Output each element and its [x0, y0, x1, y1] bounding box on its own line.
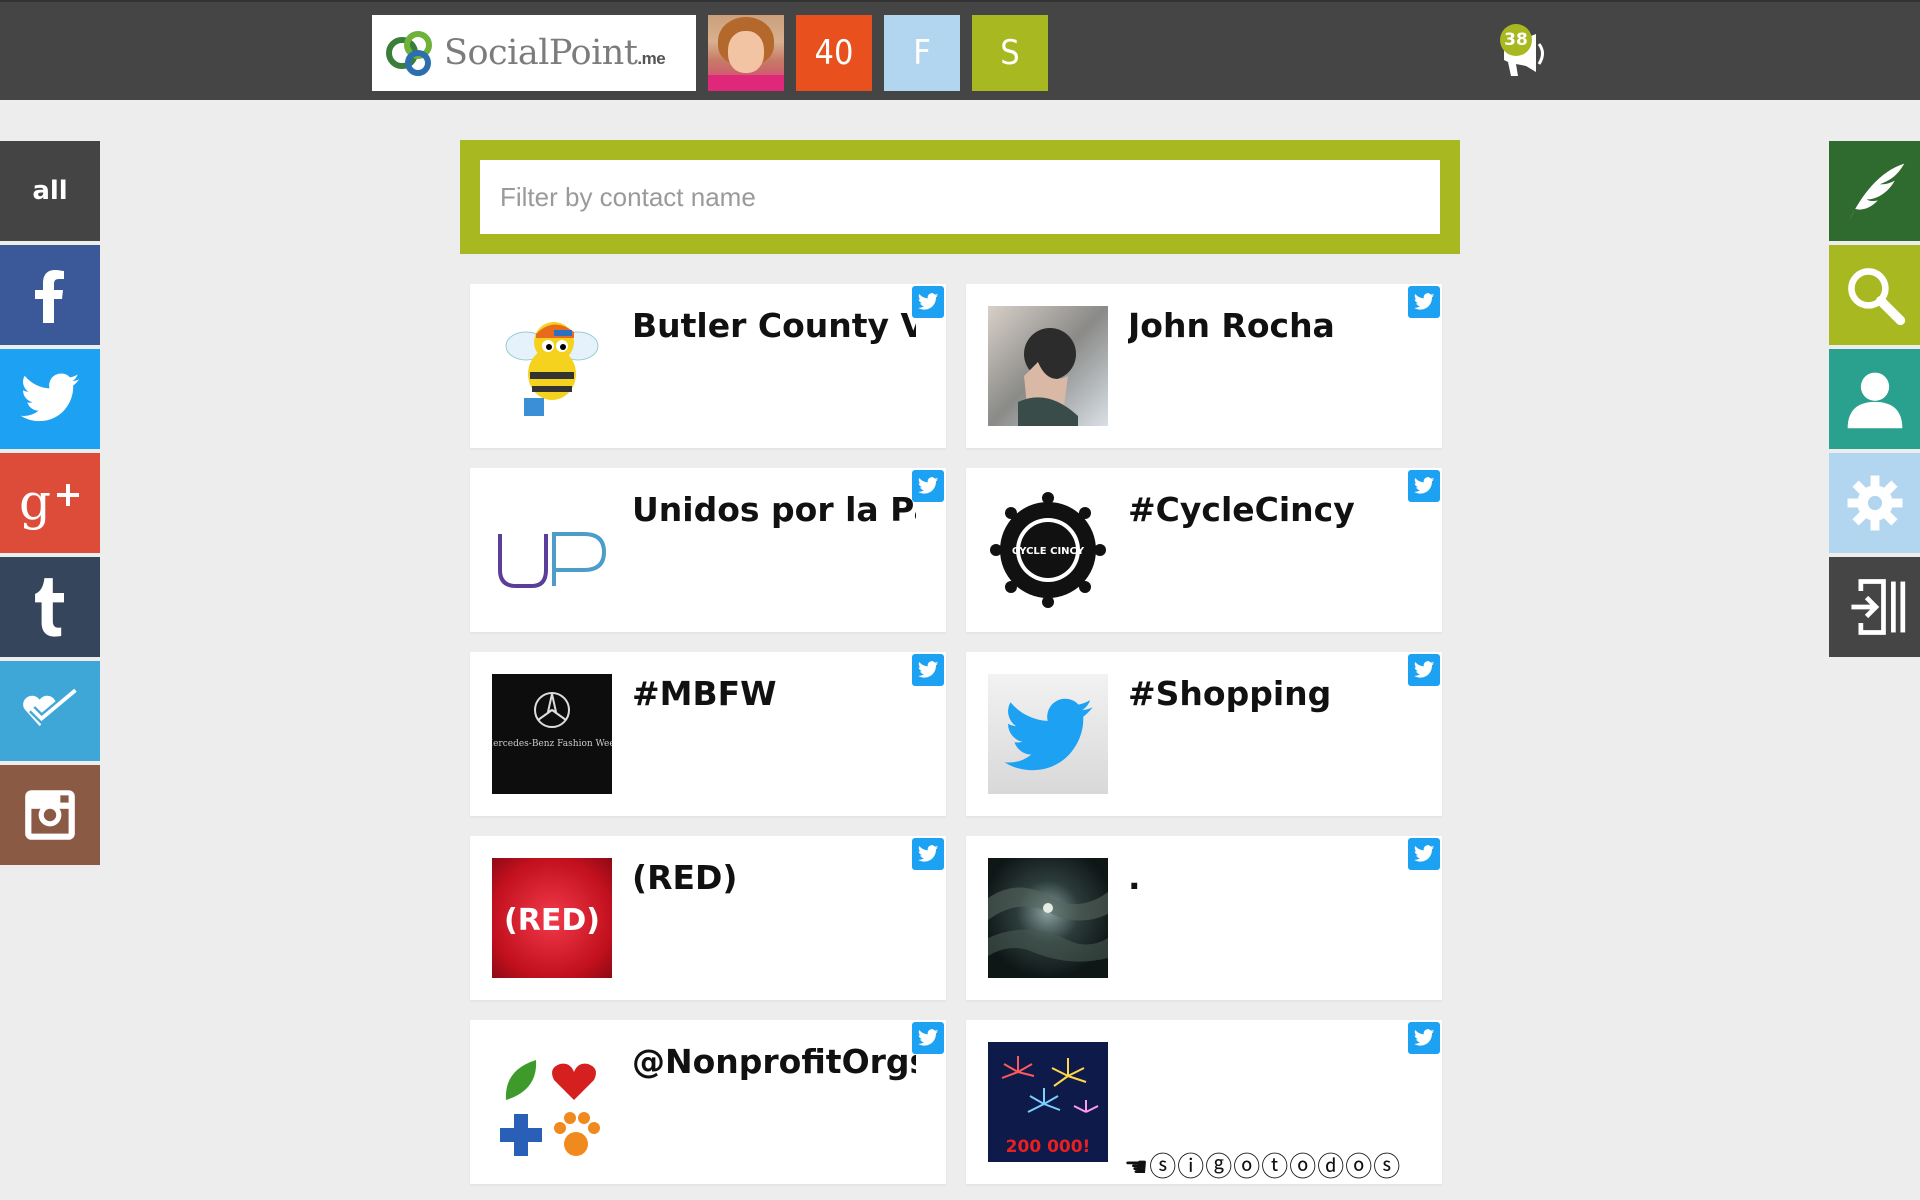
quill-icon	[1849, 163, 1904, 221]
contact-name: #CycleCincy	[1128, 490, 1355, 529]
action-sidebar	[1829, 141, 1920, 661]
top-bar: SocialPoint.me 40 F S 38	[0, 0, 1920, 100]
count-tile[interactable]: 40	[796, 15, 872, 91]
twitter-icon	[912, 838, 944, 870]
network-foursquare-button[interactable]	[0, 661, 100, 761]
network-facebook-button[interactable]	[0, 245, 100, 345]
user-icon	[1847, 372, 1902, 429]
svg-text:g: g	[19, 473, 51, 531]
network-all-label: all	[32, 176, 68, 206]
foursquare-icon	[23, 686, 79, 727]
bee-mascot-avatar	[492, 306, 612, 426]
up-logo-avatar	[492, 490, 612, 610]
nonprofit-icons-avatar	[492, 1042, 612, 1162]
contact-card[interactable]: (RED) (RED)	[470, 836, 946, 1000]
contact-card[interactable]: .	[966, 836, 1442, 1000]
twitter-icon	[20, 373, 80, 422]
contact-name: .	[1128, 858, 1141, 897]
tumblr-icon	[35, 578, 64, 637]
search-button[interactable]	[1829, 245, 1920, 345]
twitter-icon	[1408, 1022, 1440, 1054]
contact-grid: Butler County VB John Rocha Unidos por l…	[470, 284, 1442, 1184]
logo-text: SocialPoint	[444, 33, 638, 73]
profile-button[interactable]	[1829, 349, 1920, 449]
contact-name: Butler County VB	[632, 306, 916, 345]
google-plus-icon: g	[19, 473, 79, 531]
fireworks-avatar: 200 000!	[988, 1042, 1108, 1162]
network-all-button[interactable]: all	[0, 141, 100, 241]
contact-name: Unidos por la Paz	[632, 490, 916, 529]
network-twitter-button[interactable]	[0, 349, 100, 449]
compose-button[interactable]	[1829, 141, 1920, 241]
twitter-icon	[1408, 838, 1440, 870]
twitter-icon	[1408, 654, 1440, 686]
search-icon	[1847, 268, 1905, 326]
contact-name: #Shopping	[1128, 674, 1332, 713]
red-logo-text: (RED)	[504, 903, 600, 938]
gear-icon	[1847, 475, 1902, 531]
twitter-icon	[1408, 286, 1440, 318]
notifications-button[interactable]: 38	[1496, 24, 1550, 78]
mbfw-logo-text: Mercedes-Benz Fashion Week	[492, 739, 612, 749]
logo-suffix: .me	[637, 49, 666, 68]
fireworks-text: 200 000!	[1006, 1137, 1091, 1157]
portrait-avatar	[988, 306, 1108, 426]
facebook-icon	[35, 270, 64, 323]
contact-name: #MBFW	[632, 674, 777, 713]
cycle-cincy-logo-text: CYCLE CINCY	[1012, 546, 1085, 557]
twitter-icon	[912, 654, 944, 686]
filter-panel	[460, 140, 1460, 254]
red-logo-avatar: (RED)	[492, 858, 612, 978]
contact-card[interactable]: 200 000! ☚ⓢⓘⓖⓞⓣⓞⓓⓞⓢ	[966, 1020, 1442, 1184]
contact-card[interactable]: CYCLE CINCY #CycleCincy	[966, 468, 1442, 632]
network-filter-sidebar: all g	[0, 141, 100, 869]
logout-icon	[1850, 579, 1905, 635]
contact-card[interactable]: Butler County VB	[470, 284, 946, 448]
notification-badge: 38	[1500, 24, 1532, 56]
contact-card[interactable]: #Shopping	[966, 652, 1442, 816]
network-tumblr-button[interactable]	[0, 557, 100, 657]
contact-card[interactable]: @NonprofitOrgs	[470, 1020, 946, 1184]
s-tile[interactable]: S	[972, 15, 1048, 91]
mercedes-fashion-week-avatar: Mercedes-Benz Fashion Week	[492, 674, 612, 794]
avatar[interactable]	[708, 15, 784, 91]
contact-name: John Rocha	[1128, 306, 1335, 345]
twitter-icon	[912, 286, 944, 318]
night-sky-avatar	[988, 858, 1108, 978]
twitter-icon	[1408, 470, 1440, 502]
contact-bio-text: ☚ⓢⓘⓖⓞⓣⓞⓓⓞⓢ	[1124, 1152, 1402, 1183]
cycle-cincy-avatar: CYCLE CINCY	[988, 490, 1108, 610]
twitter-bird-avatar	[988, 674, 1108, 794]
network-instagram-button[interactable]	[0, 765, 100, 865]
logo-mark-icon	[386, 31, 432, 76]
settings-button[interactable]	[1829, 453, 1920, 553]
logout-button[interactable]	[1829, 557, 1920, 657]
contact-card[interactable]: John Rocha	[966, 284, 1442, 448]
contact-name: (RED)	[632, 858, 738, 897]
contact-name: @NonprofitOrgs	[632, 1042, 916, 1081]
twitter-icon	[912, 470, 944, 502]
contact-card[interactable]: Mercedes-Benz Fashion Week #MBFW	[470, 652, 946, 816]
network-googleplus-button[interactable]: g	[0, 453, 100, 553]
logo[interactable]: SocialPoint.me	[372, 15, 696, 91]
contact-card[interactable]: Unidos por la Paz	[470, 468, 946, 632]
contact-filter-input[interactable]	[480, 160, 1440, 234]
f-tile[interactable]: F	[884, 15, 960, 91]
twitter-icon	[912, 1022, 944, 1054]
instagram-icon	[25, 790, 75, 840]
